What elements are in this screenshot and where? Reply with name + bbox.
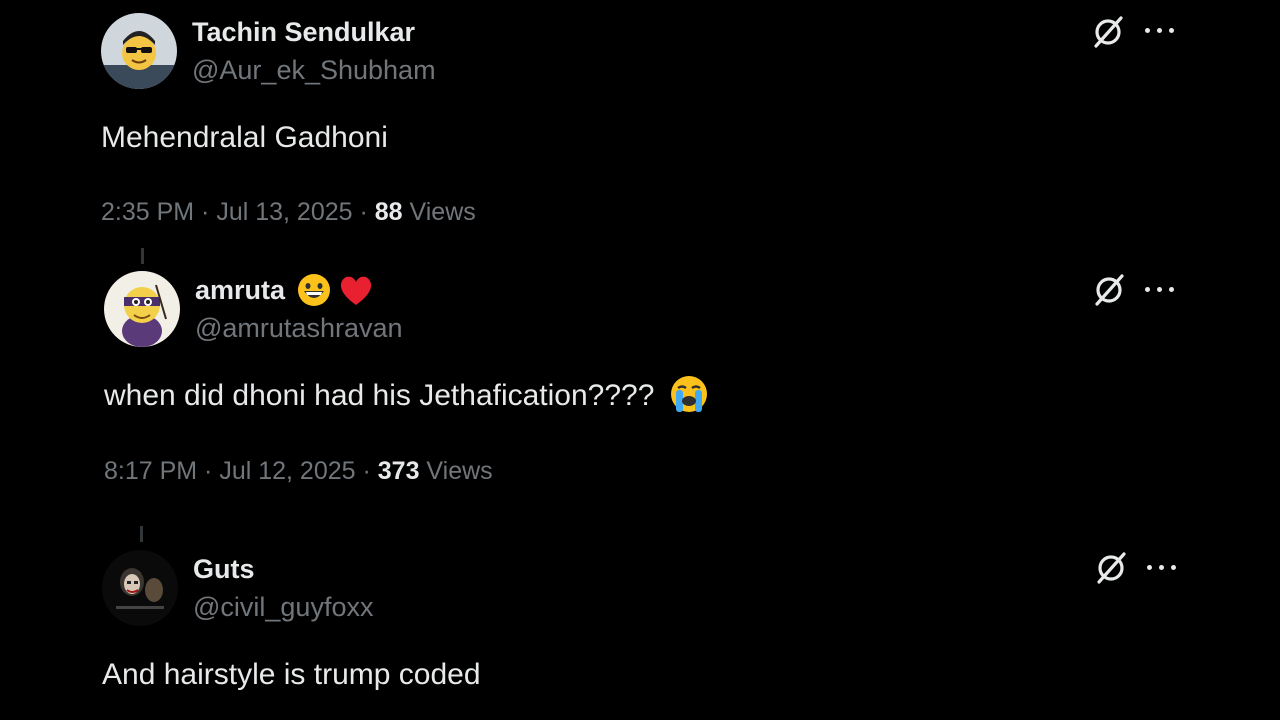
- display-name[interactable]: Guts: [193, 554, 255, 585]
- grok-icon[interactable]: [1093, 550, 1129, 586]
- avatar[interactable]: [102, 550, 178, 626]
- user-handle[interactable]: @civil_guyfoxx: [193, 592, 373, 623]
- avatar-image: [102, 550, 178, 626]
- tweet-text: And hairstyle is trump coded: [102, 658, 481, 691]
- tweet[interactable]: Guts @civil_guyfoxx And hairstyle is tru…: [0, 0, 1280, 720]
- more-options-icon[interactable]: [1145, 558, 1179, 578]
